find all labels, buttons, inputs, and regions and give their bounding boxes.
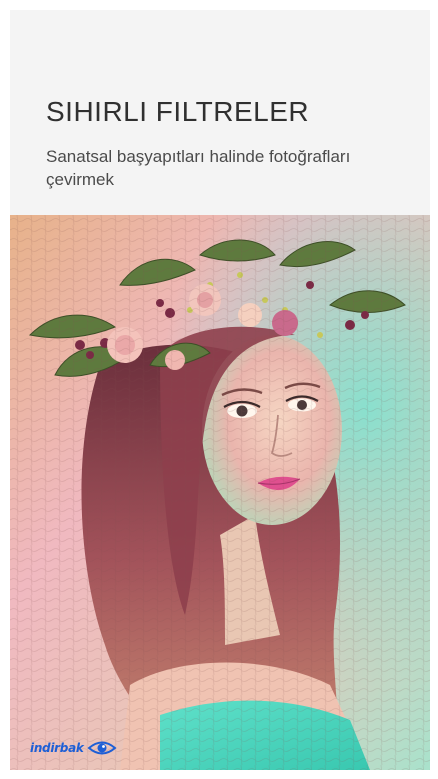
brand-name: indirbak (30, 741, 84, 755)
promo-header: SIHIRLI FILTRELER Sanatsal başyapıtları … (10, 10, 430, 215)
promo-card: SIHIRLI FILTRELER Sanatsal başyapıtları … (10, 10, 430, 770)
filtered-portrait-image (10, 215, 430, 770)
page-subtitle: Sanatsal başyapıtları halinde fotoğrafla… (46, 147, 351, 189)
brand-watermark: indirbak (30, 738, 117, 758)
page-title: SIHIRLI FILTRELER (46, 96, 310, 127)
eye-logo-icon (86, 739, 117, 757)
portrait-illustration (10, 215, 430, 770)
